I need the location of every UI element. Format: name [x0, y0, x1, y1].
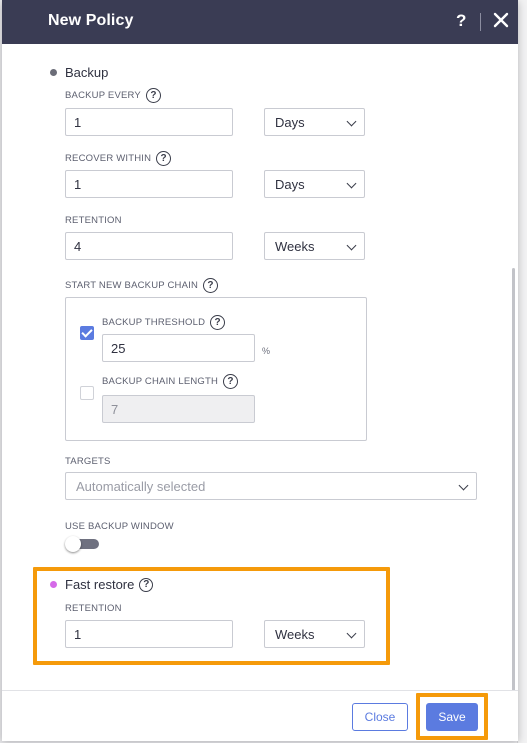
backup-threshold-unit: % [262, 346, 271, 356]
backup-every-input[interactable]: 1 [65, 108, 233, 136]
fast-restore-highlight [33, 567, 390, 665]
backup-section-label: Backup [65, 65, 109, 80]
recover-within-label-text: RECOVER WITHIN [65, 153, 152, 164]
recover-within-unit-select[interactable]: Days [264, 170, 365, 198]
start-new-chain-label: START NEW BACKUP CHAIN ? [65, 278, 219, 293]
use-backup-window-toggle[interactable] [65, 536, 100, 552]
chevron-down-icon [346, 116, 357, 127]
new-policy-dialog: New Policy ? Backup BACKUP EVERY ? 1 Day… [2, 0, 518, 741]
targets-placeholder: Automatically selected [76, 478, 206, 494]
retention-input[interactable]: 4 [65, 232, 233, 260]
retention-label-text: RETENTION [65, 215, 122, 226]
close-icon[interactable] [492, 11, 510, 29]
backup-every-help-icon[interactable]: ? [145, 88, 161, 103]
use-backup-window-label-text: USE BACKUP WINDOW [65, 521, 174, 532]
backup-chain-length-input[interactable]: 7 [102, 395, 255, 423]
dialog-header: New Policy ? [2, 0, 518, 44]
backup-chain-length-help-icon[interactable]: ? [223, 374, 239, 389]
background-scroll-strip [517, 0, 527, 743]
backup-every-label-text: BACKUP EVERY [65, 90, 141, 101]
start-new-chain-help-icon[interactable]: ? [203, 278, 219, 293]
close-button[interactable]: Close [352, 703, 408, 731]
targets-label: TARGETS [65, 456, 111, 467]
chevron-down-icon [458, 480, 469, 491]
header-divider [480, 13, 481, 31]
recover-within-help-icon[interactable]: ? [156, 151, 172, 166]
backup-status-dot [50, 69, 57, 76]
dialog-scrollbar[interactable] [512, 268, 515, 690]
backup-chain-length-label: BACKUP CHAIN LENGTH ? [102, 374, 239, 389]
use-backup-window-label: USE BACKUP WINDOW [65, 521, 174, 532]
backup-every-label: BACKUP EVERY ? [65, 88, 161, 103]
start-new-chain-label-text: START NEW BACKUP CHAIN [65, 280, 199, 291]
help-icon[interactable]: ? [456, 11, 466, 31]
dialog-title: New Policy [48, 12, 134, 29]
backup-chain-length-label-text: BACKUP CHAIN LENGTH [102, 376, 219, 387]
toggle-knob [65, 536, 81, 552]
targets-label-text: TARGETS [65, 456, 111, 467]
retention-label: RETENTION [65, 215, 122, 226]
backup-every-unit-value: Days [275, 114, 305, 130]
backup-chain-group: BACKUP THRESHOLD ? 25 % BACKUP CHAIN LEN… [65, 297, 367, 441]
targets-select[interactable]: Automatically selected [65, 472, 477, 500]
recover-within-input[interactable]: 1 [65, 170, 233, 198]
backup-threshold-label: BACKUP THRESHOLD ? [102, 315, 226, 330]
backup-threshold-label-text: BACKUP THRESHOLD [102, 317, 206, 328]
dialog-body[interactable]: Backup BACKUP EVERY ? 1 Days RECOVER WIT… [2, 44, 518, 690]
retention-unit-select[interactable]: Weeks [264, 232, 365, 260]
backup-threshold-input[interactable]: 25 [102, 334, 255, 362]
backup-threshold-help-icon[interactable]: ? [210, 315, 226, 330]
backup-section-title: Backup [50, 65, 108, 80]
dialog-footer: Close Save [2, 690, 518, 741]
chevron-down-icon [346, 178, 357, 189]
chevron-down-icon [346, 240, 357, 251]
recover-within-unit-value: Days [275, 176, 305, 192]
save-highlight [416, 693, 488, 740]
recover-within-label: RECOVER WITHIN ? [65, 151, 172, 166]
backup-every-unit-select[interactable]: Days [264, 108, 365, 136]
retention-unit-value: Weeks [275, 238, 315, 254]
backup-threshold-checkbox[interactable] [80, 326, 94, 340]
backup-chain-length-checkbox[interactable] [80, 386, 94, 400]
